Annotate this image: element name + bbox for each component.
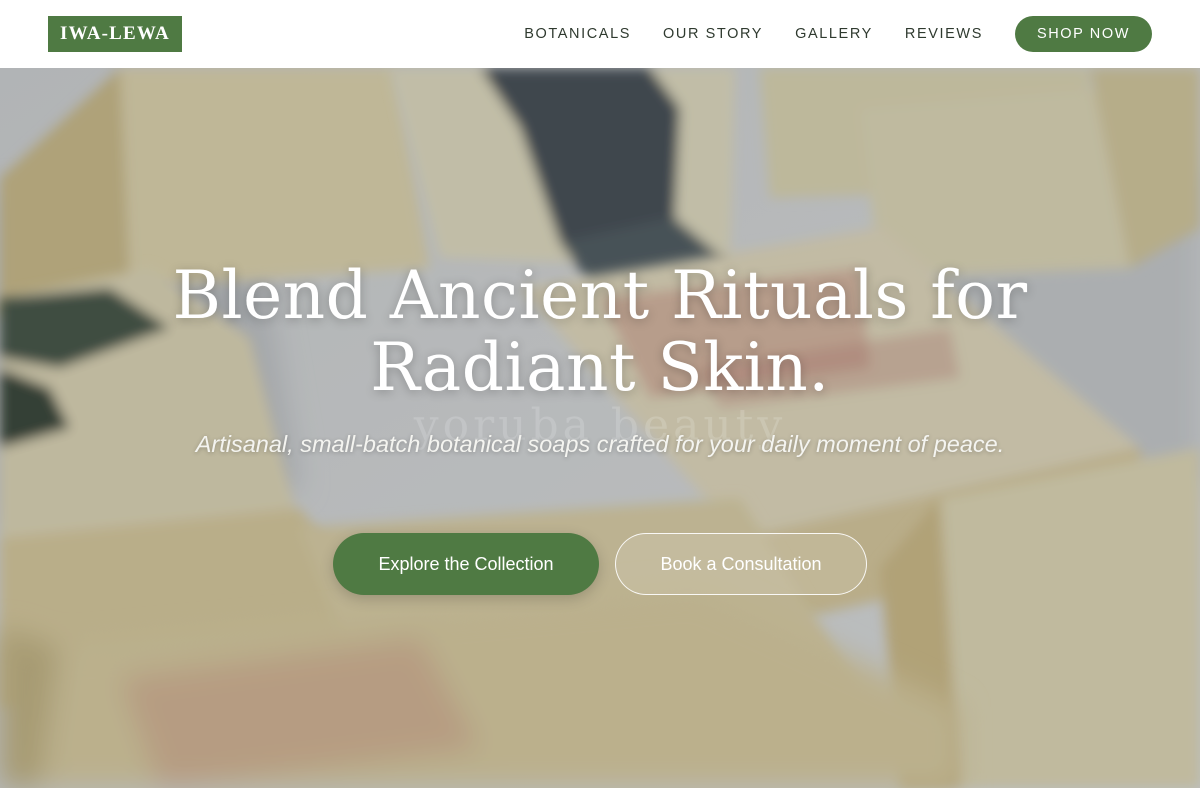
hero-subtitle: Artisanal, small-batch botanical soaps c… — [195, 431, 1005, 457]
hero-title: Blend Ancient Rituals for Radiant Skin. — [172, 257, 1028, 406]
nav-link-our-story[interactable]: OUR STORY — [663, 26, 763, 42]
top-navigation-bar: IWA-LEWA BOTANICALS OUR STORY GALLERY RE… — [0, 0, 1200, 68]
nav-link-botanicals[interactable]: BOTANICALS — [524, 26, 631, 42]
shop-now-button[interactable]: SHOP NOW — [1015, 16, 1152, 52]
nav-link-gallery[interactable]: GALLERY — [795, 26, 873, 42]
book-consultation-button[interactable]: Book a Consultation — [615, 533, 867, 595]
brand-logo[interactable]: IWA-LEWA — [48, 16, 182, 52]
page-bottom-strip — [0, 788, 1200, 800]
main-nav: BOTANICALS OUR STORY GALLERY REVIEWS SHO… — [524, 16, 1152, 52]
explore-collection-button[interactable]: Explore the Collection — [333, 533, 599, 595]
nav-link-reviews[interactable]: REVIEWS — [905, 26, 983, 42]
hero-section: Blend Ancient Rituals for Radiant Skin. … — [0, 68, 1200, 788]
hero-content: Blend Ancient Rituals for Radiant Skin. … — [0, 68, 1200, 788]
